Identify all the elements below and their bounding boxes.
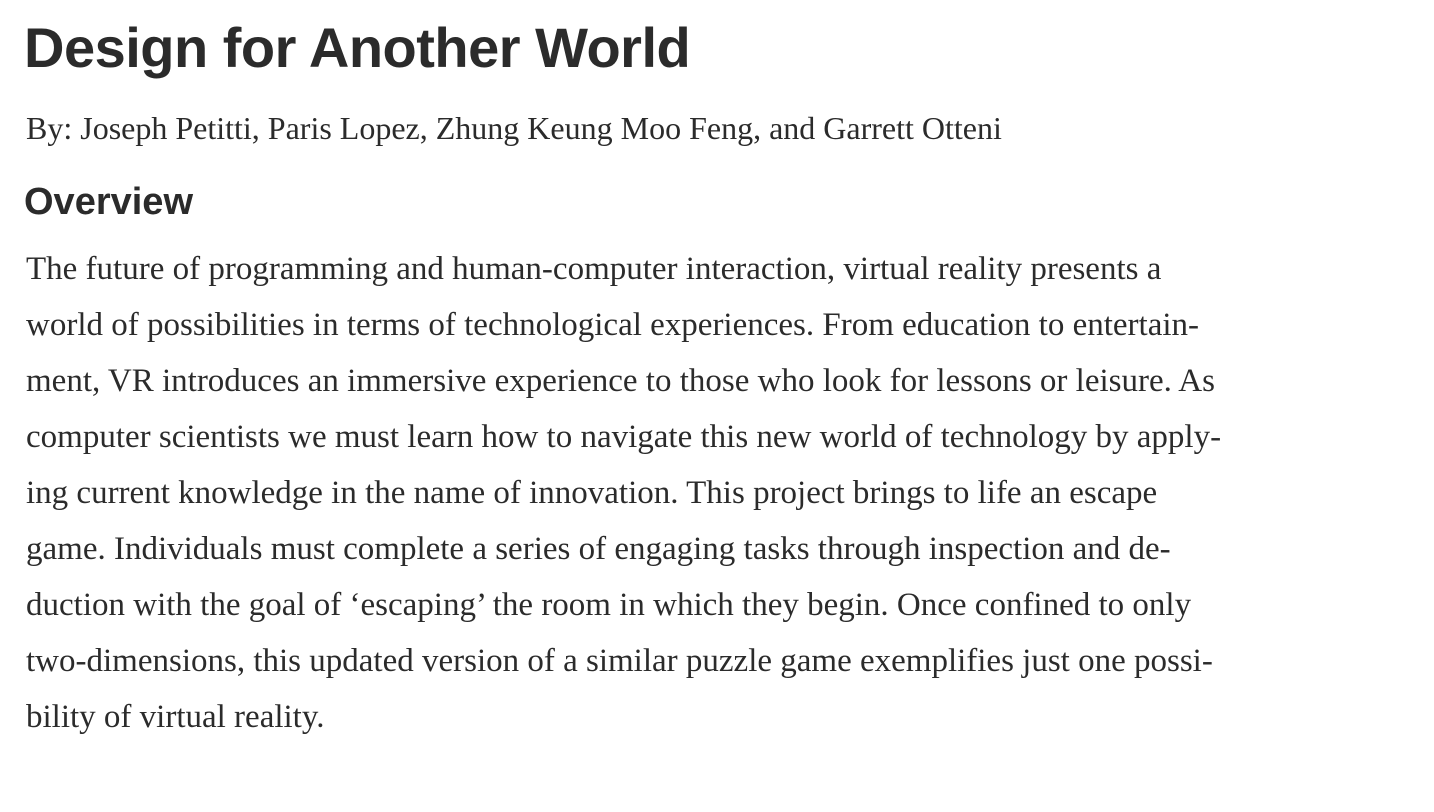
paragraph-line: world of possibilities in terms of techn…	[26, 307, 1200, 343]
paragraph-line: game. Individuals must complete a series…	[26, 531, 1171, 567]
overview-paragraph: The future of programming and human-comp…	[26, 241, 1410, 745]
author-byline: By: Joseph Petitti, Paris Lopez, Zhung K…	[26, 110, 1002, 146]
paragraph-line: The future of programming and human-comp…	[26, 251, 1162, 287]
paragraph-line: bility of virtual reality.	[26, 699, 325, 735]
paragraph-line: duction with the goal of ‘escaping’ the …	[26, 587, 1192, 623]
document-title: Design for Another World	[24, 16, 691, 79]
document-page: Design for Another World By: Joseph Peti…	[0, 0, 1434, 812]
paragraph-line: ing current knowledge in the name of inn…	[26, 475, 1158, 511]
paragraph-line: two-dimensions, this updated version of …	[26, 643, 1213, 679]
paragraph-line: computer scientists we must learn how to…	[26, 419, 1222, 455]
paragraph-line: ment, VR introduces an immersive experie…	[26, 363, 1215, 399]
section-heading-overview: Overview	[24, 181, 193, 223]
